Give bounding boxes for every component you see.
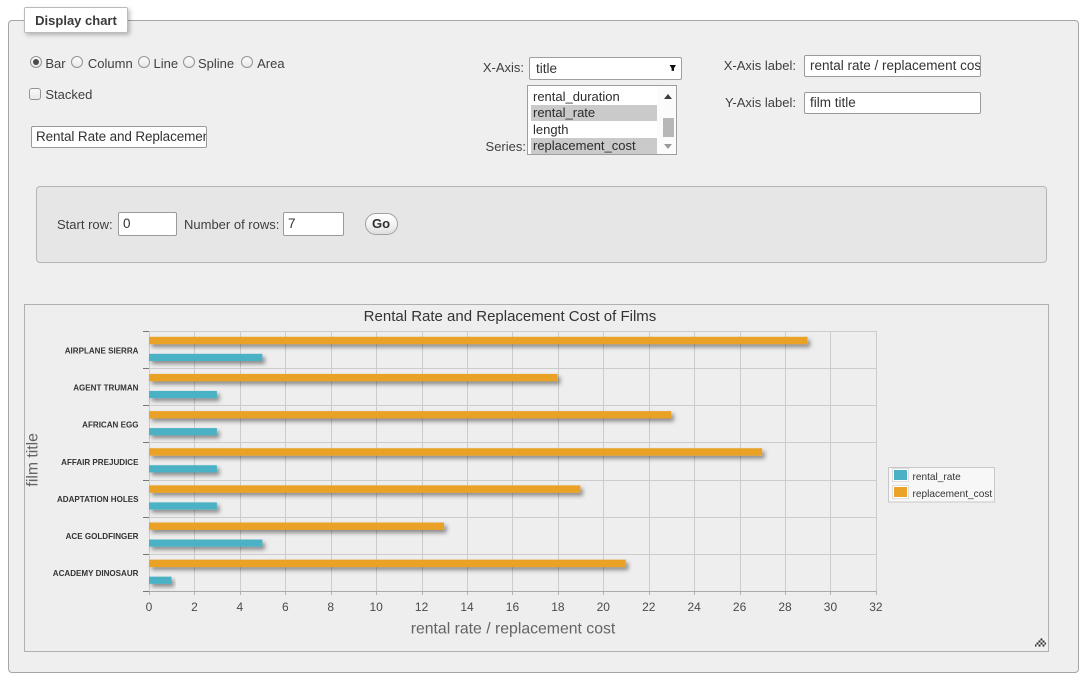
svg-text:6: 6 (282, 600, 289, 614)
svg-text:AFRICAN EGG: AFRICAN EGG (82, 421, 138, 430)
svg-text:32: 32 (869, 600, 883, 614)
svg-text:AIRPLANE SIERRA: AIRPLANE SIERRA (65, 346, 139, 355)
svg-text:14: 14 (460, 600, 474, 614)
svg-text:film title: film title (24, 433, 41, 487)
svg-text:rental_rate: rental_rate (913, 472, 962, 483)
svg-text:10: 10 (369, 600, 383, 614)
svg-text:4: 4 (237, 600, 244, 614)
svg-text:AGENT TRUMAN: AGENT TRUMAN (73, 384, 138, 393)
svg-text:16: 16 (506, 600, 520, 614)
svg-text:26: 26 (733, 600, 747, 614)
svg-text:24: 24 (688, 600, 702, 614)
svg-text:30: 30 (824, 600, 838, 614)
svg-text:18: 18 (551, 600, 565, 614)
svg-text:8: 8 (327, 600, 334, 614)
svg-text:12: 12 (415, 600, 429, 614)
svg-text:ACE GOLDFINGER: ACE GOLDFINGER (66, 532, 139, 541)
svg-text:rental rate / replacement cost: rental rate / replacement cost (411, 620, 616, 637)
svg-text:Rental Rate and Replacement Co: Rental Rate and Replacement Cost of Film… (364, 308, 657, 325)
svg-text:20: 20 (597, 600, 611, 614)
svg-text:28: 28 (778, 600, 792, 614)
svg-text:AFFAIR PREJUDICE: AFFAIR PREJUDICE (61, 458, 139, 467)
svg-text:ADAPTATION HOLES: ADAPTATION HOLES (57, 495, 139, 504)
svg-text:replacement_cost: replacement_cost (913, 489, 993, 500)
svg-text:2: 2 (191, 600, 198, 614)
svg-text:ACADEMY DINOSAUR: ACADEMY DINOSAUR (53, 569, 139, 578)
svg-text:22: 22 (642, 600, 656, 614)
svg-text:0: 0 (146, 600, 153, 614)
